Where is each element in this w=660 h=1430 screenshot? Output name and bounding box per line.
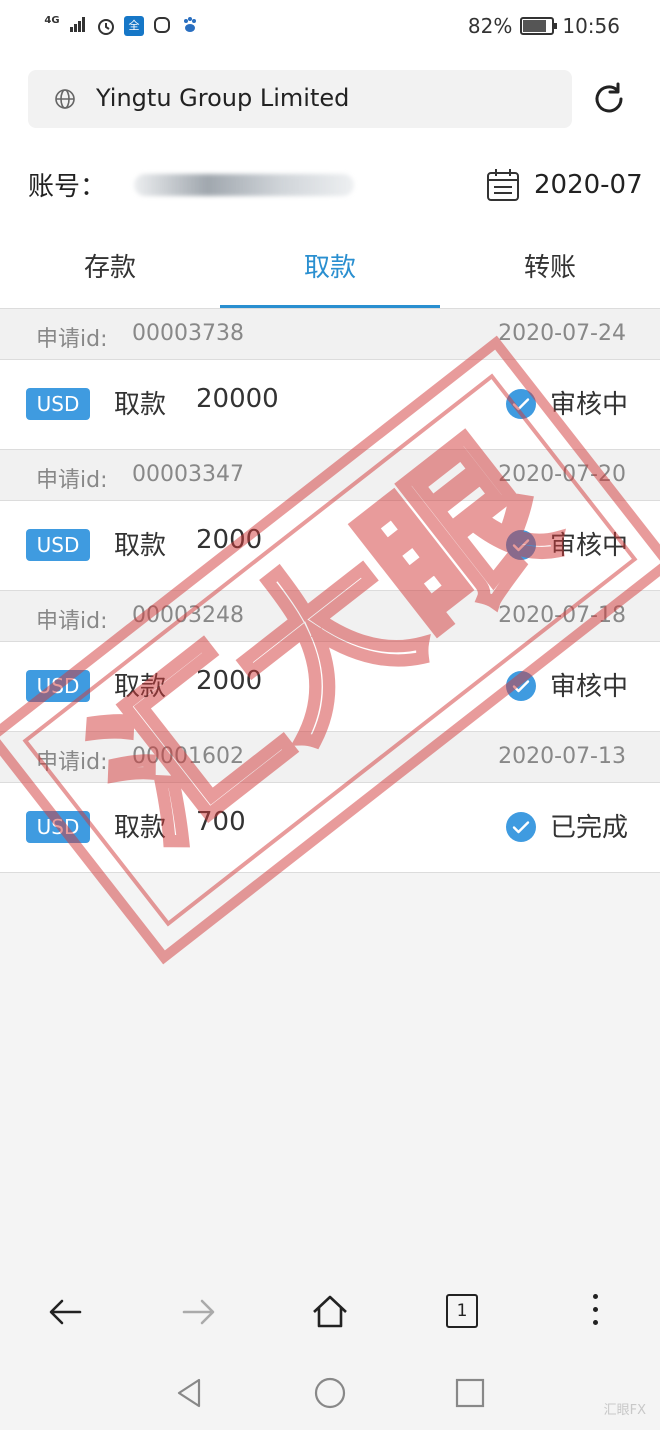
transaction-amount: 2000 [196, 525, 263, 555]
request-id: 00001602 [132, 744, 244, 769]
request-id-label: 申请id: [36, 750, 108, 775]
globe-icon [55, 89, 75, 109]
home-icon[interactable] [310, 1292, 350, 1332]
status-bar: 4G 全 82% 10:56 [0, 0, 660, 56]
screen: 4G 全 82% 10:56 Yingtu Group Limited 账号： … [0, 0, 660, 1430]
more-menu-icon[interactable] [590, 1294, 600, 1330]
currency-badge: USD [26, 388, 90, 420]
battery-icon [520, 17, 558, 35]
tab-bar: 存款 取款 转账 [0, 236, 660, 309]
app-notification-icon: 全 [124, 16, 144, 36]
request-date: 2020-07-24 [498, 321, 626, 346]
status-icons: 4G 全 [44, 16, 200, 36]
system-back-icon[interactable] [172, 1376, 206, 1410]
request-id-label: 申请id: [36, 468, 108, 493]
month-selector[interactable]: 2020-07 [534, 170, 643, 200]
calendar-icon[interactable] [486, 168, 520, 202]
request-date: 2020-07-18 [498, 603, 626, 628]
system-nav-bar: 汇眼FX [0, 1354, 660, 1430]
record-header: 申请id: 00001602 2020-07-13 [0, 731, 660, 783]
tab-count-button[interactable]: 1 [446, 1294, 478, 1328]
request-date: 2020-07-13 [498, 744, 626, 769]
currency-badge: USD [26, 670, 90, 702]
transaction-type: 取款 [114, 813, 167, 843]
url-bar[interactable]: Yingtu Group Limited [28, 70, 572, 128]
tab-transfer[interactable]: 转账 [440, 236, 660, 308]
header: Yingtu Group Limited 账号： 2020-07 存款 取款 转… [0, 56, 660, 309]
page-title: Yingtu Group Limited [96, 84, 350, 112]
status-text: 审核中 [550, 531, 629, 561]
status-text: 审核中 [550, 672, 629, 702]
tab-deposit[interactable]: 存款 [0, 236, 220, 308]
record-row[interactable]: USD 取款 700 已完成 [0, 783, 660, 872]
request-id-label: 申请id: [36, 609, 108, 634]
transaction-type: 取款 [114, 531, 167, 561]
record-row[interactable]: USD 取款 20000 审核中 [0, 360, 660, 449]
request-id-label: 申请id: [36, 327, 108, 352]
record-row[interactable]: USD 取款 2000 审核中 [0, 642, 660, 731]
status-text: 审核中 [550, 390, 629, 420]
transaction-amount: 2000 [196, 666, 263, 696]
paw-icon [180, 16, 200, 36]
forward-arrow-icon[interactable] [178, 1292, 218, 1332]
record-row[interactable]: USD 取款 2000 审核中 [0, 501, 660, 590]
corner-watermark: 汇眼FX [603, 1403, 646, 1418]
status-text: 已完成 [550, 813, 629, 843]
request-id: 00003248 [132, 603, 244, 628]
system-recents-icon[interactable] [453, 1376, 487, 1410]
alarm-icon [96, 16, 116, 36]
battery-percent: 82% [467, 14, 513, 38]
currency-badge: USD [26, 529, 90, 561]
status-right: 82% 10:56 [468, 14, 620, 38]
check-circle-icon [506, 389, 536, 419]
request-id: 00003347 [132, 462, 244, 487]
transaction-amount: 700 [196, 807, 246, 837]
record-header: 申请id: 00003738 2020-07-24 [0, 308, 660, 360]
record-header: 申请id: 00003248 2020-07-18 [0, 590, 660, 642]
tab-withdraw[interactable]: 取款 [220, 236, 440, 308]
record-list: 申请id: 00003738 2020-07-24 USD 取款 20000 审核中 申请id… [0, 308, 660, 873]
list-divider [0, 872, 660, 873]
account-label: 账号： [28, 172, 107, 202]
transaction-type: 取款 [114, 390, 167, 420]
request-date: 2020-07-20 [498, 462, 626, 487]
back-arrow-icon[interactable] [46, 1292, 86, 1332]
record-header: 申请id: 00003347 2020-07-20 [0, 449, 660, 501]
check-circle-icon [506, 671, 536, 701]
network-type-label: 4G [44, 15, 60, 26]
request-id: 00003738 [132, 321, 244, 346]
check-circle-icon [506, 530, 536, 560]
refresh-icon[interactable] [588, 78, 630, 120]
account-number-redacted [134, 174, 354, 196]
signal-icon [68, 16, 88, 36]
currency-badge: USD [26, 811, 90, 843]
app-icon [152, 16, 172, 36]
transaction-type: 取款 [114, 672, 167, 702]
check-circle-icon [506, 812, 536, 842]
system-home-icon[interactable] [313, 1376, 347, 1410]
clock: 10:56 [562, 14, 620, 38]
transaction-amount: 20000 [196, 384, 279, 414]
browser-toolbar: 1 [0, 1270, 660, 1354]
